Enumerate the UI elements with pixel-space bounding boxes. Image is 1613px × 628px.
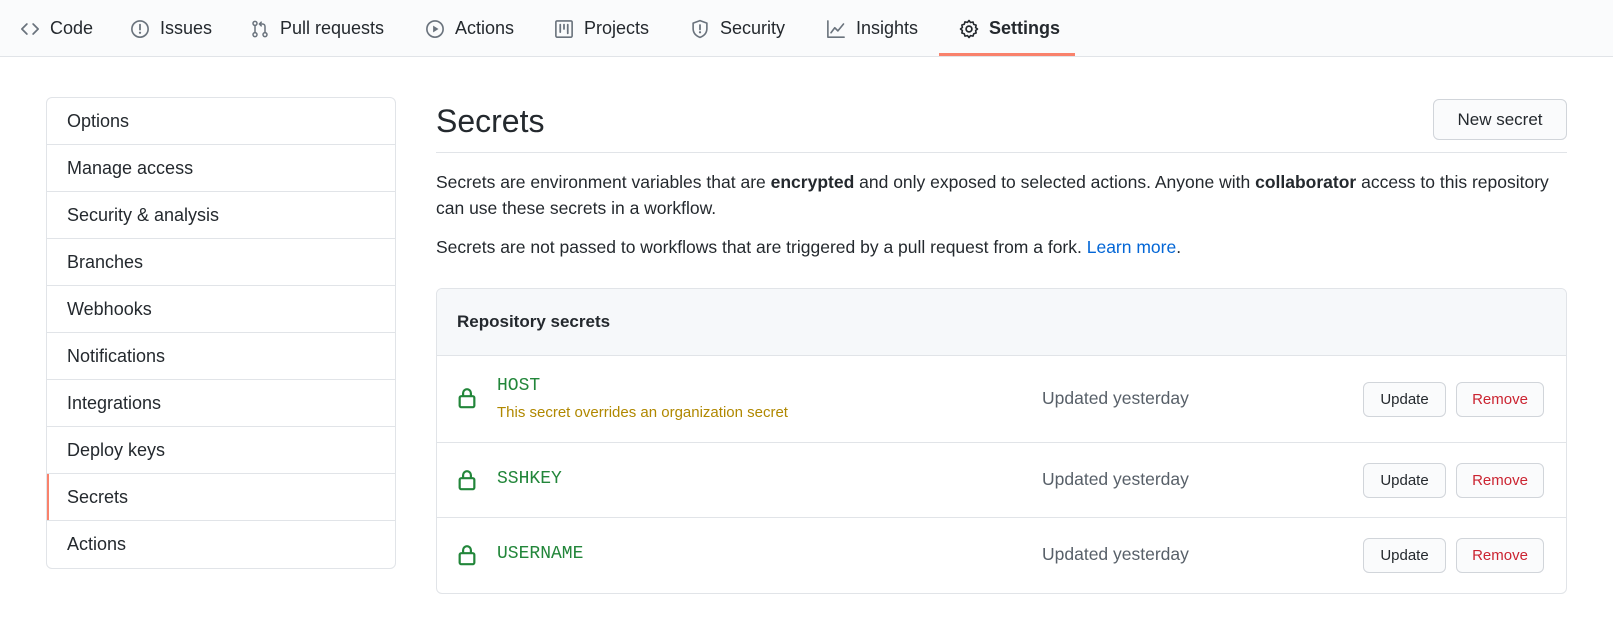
settings-sidebar: Options Manage access Security & analysi…	[46, 97, 396, 569]
remove-button[interactable]: Remove	[1456, 382, 1544, 417]
tab-label: Security	[720, 18, 786, 38]
secret-row-host: HOST This secret overrides an organizati…	[437, 356, 1566, 443]
update-button[interactable]: Update	[1363, 463, 1446, 498]
tab-label: Actions	[455, 18, 515, 38]
issue-opened-icon	[129, 18, 151, 40]
secret-updated: Updated yesterday	[1042, 544, 1189, 564]
secret-row-sshkey: SSHKEY Updated yesterday Update Remove	[437, 443, 1566, 518]
tab-issues[interactable]: Issues	[129, 0, 212, 57]
sidebar-item-manage-access[interactable]: Manage access	[47, 145, 395, 192]
desc-bold-encrypted: encrypted	[770, 172, 855, 192]
lock-icon	[457, 387, 477, 409]
graph-icon	[825, 18, 847, 40]
fork-notice-period: .	[1176, 237, 1182, 257]
tab-code[interactable]: Code	[19, 0, 93, 57]
secret-name: HOST	[497, 376, 541, 396]
shield-icon	[689, 18, 711, 40]
project-icon	[553, 18, 575, 40]
update-button[interactable]: Update	[1363, 538, 1446, 573]
learn-more-link[interactable]: Learn more	[1087, 237, 1177, 257]
page-title: Secrets	[436, 103, 545, 139]
secret-name: USERNAME	[497, 544, 584, 564]
tab-label: Settings	[989, 18, 1061, 38]
tab-label: Projects	[584, 18, 650, 38]
sidebar-item-deploy-keys[interactable]: Deploy keys	[47, 427, 395, 474]
tab-label: Code	[50, 18, 94, 38]
repository-secrets-header: Repository secrets	[437, 289, 1566, 356]
sidebar-item-branches[interactable]: Branches	[47, 239, 395, 286]
tab-label: Pull requests	[280, 18, 385, 38]
new-secret-button[interactable]: New secret	[1433, 99, 1567, 140]
tab-label: Insights	[856, 18, 919, 38]
sidebar-item-webhooks[interactable]: Webhooks	[47, 286, 395, 333]
sidebar-item-integrations[interactable]: Integrations	[47, 380, 395, 427]
secret-updated: Updated yesterday	[1042, 388, 1189, 408]
secrets-description: Secrets are environment variables that a…	[436, 169, 1567, 221]
sidebar-item-actions[interactable]: Actions	[47, 521, 395, 568]
desc-text: and only exposed to selected actions. An…	[854, 172, 1256, 192]
secret-row-username: USERNAME Updated yesterday Update Remove	[437, 518, 1566, 593]
fork-notice: Secrets are not passed to workflows that…	[436, 234, 1567, 260]
active-tab-underline	[939, 53, 1075, 56]
page-header: Secrets New secret	[436, 97, 1567, 153]
gear-icon	[958, 18, 980, 40]
play-icon	[424, 18, 446, 40]
tab-label: Issues	[160, 18, 213, 38]
lock-icon	[457, 544, 477, 566]
desc-text: Secrets are environment variables that a…	[436, 172, 771, 192]
code-icon	[19, 18, 41, 40]
desc-bold-collaborator: collaborator	[1255, 172, 1357, 192]
sidebar-item-security-analysis[interactable]: Security & analysis	[47, 192, 395, 239]
update-button[interactable]: Update	[1363, 382, 1446, 417]
remove-button[interactable]: Remove	[1456, 463, 1544, 498]
remove-button[interactable]: Remove	[1456, 538, 1544, 573]
tab-pull-requests[interactable]: Pull requests	[249, 0, 384, 57]
repo-nav: Code Issues Pull requests Actions Projec…	[0, 0, 1613, 57]
sidebar-item-secrets[interactable]: Secrets	[47, 474, 395, 521]
tab-settings[interactable]: Settings	[958, 0, 1060, 57]
main-content: Secrets New secret Secrets are environme…	[436, 97, 1567, 594]
secret-override-note: This secret overrides an organization se…	[497, 404, 788, 421]
tab-projects[interactable]: Projects	[553, 0, 649, 57]
git-pull-request-icon	[249, 18, 271, 40]
repository-secrets-box: Repository secrets HOST This secret over…	[436, 288, 1567, 594]
tab-insights[interactable]: Insights	[825, 0, 918, 57]
tab-security[interactable]: Security	[689, 0, 785, 57]
sidebar-item-options[interactable]: Options	[47, 98, 395, 145]
secret-updated: Updated yesterday	[1042, 469, 1189, 489]
fork-notice-text: Secrets are not passed to workflows that…	[436, 237, 1087, 257]
lock-icon	[457, 469, 477, 491]
tab-actions[interactable]: Actions	[424, 0, 514, 57]
secret-name: SSHKEY	[497, 469, 562, 489]
sidebar-item-notifications[interactable]: Notifications	[47, 333, 395, 380]
